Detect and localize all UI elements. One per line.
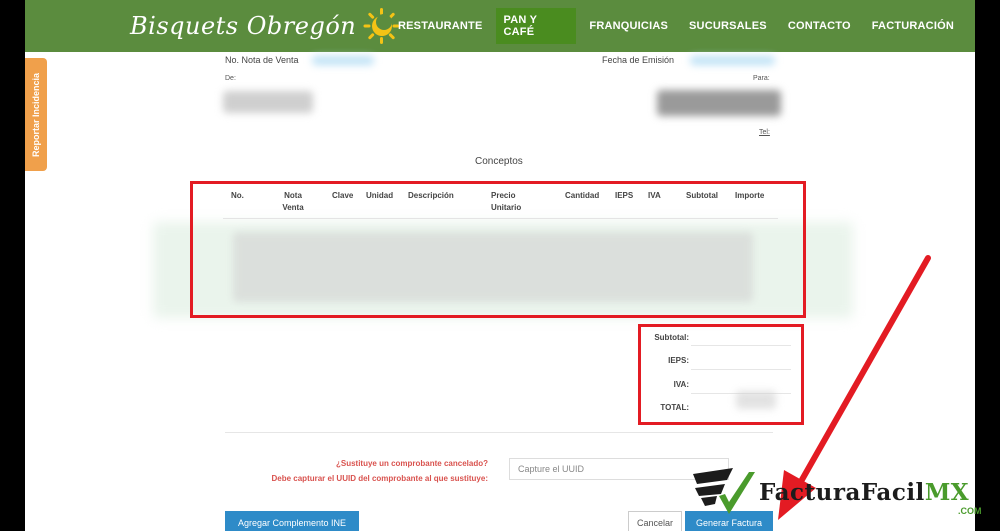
facturafacil-logo-icon (693, 468, 755, 514)
watermark-text: FacturaFacilMX (759, 479, 969, 506)
watermark-com: .COM (958, 506, 982, 516)
watermark-main: FacturaFacil (759, 479, 925, 506)
facturafacil-watermark: FacturaFacilMX .COM (693, 468, 993, 522)
watermark-suffix: MX (924, 479, 970, 506)
annotation-arrow-icon (778, 255, 931, 520)
